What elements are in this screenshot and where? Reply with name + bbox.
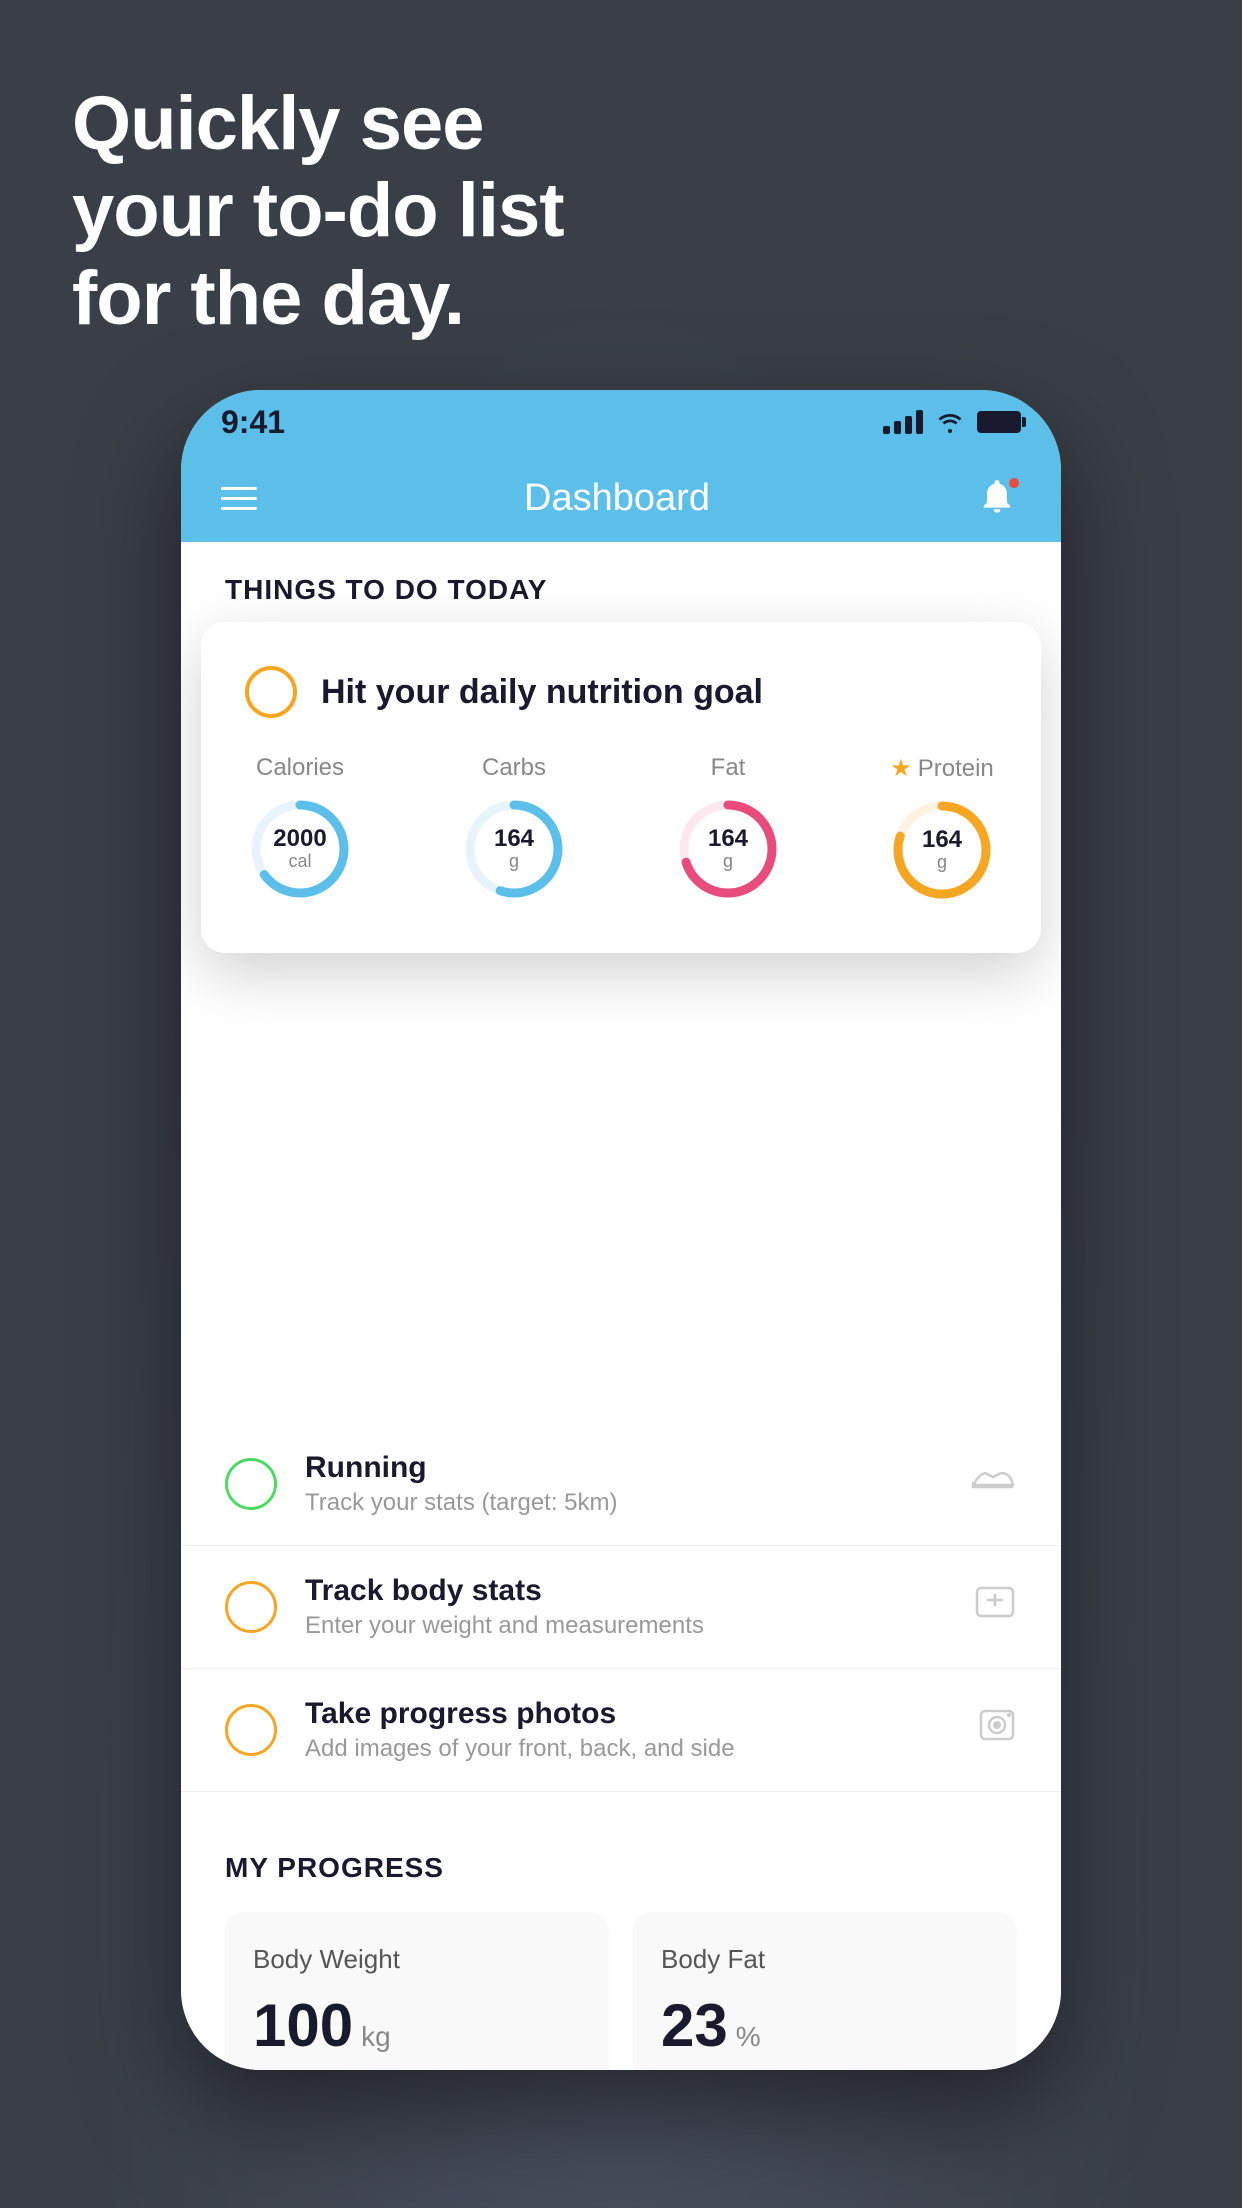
status-bar: 9:41: [181, 390, 1061, 454]
body-weight-card[interactable]: Body Weight 100 kg: [225, 1912, 609, 2070]
carbs-label: Carbs: [482, 754, 546, 782]
hamburger-line: [221, 497, 257, 500]
todo-subtitle-photos: Add images of your front, back, and side: [305, 1735, 949, 1763]
body-weight-unit: kg: [361, 2021, 391, 2053]
progress-section: MY PROGRESS Body Weight 100 kg: [181, 1852, 1061, 2070]
todo-title-running: Running: [305, 1451, 941, 1485]
todo-subtitle-body-stats: Enter your weight and measurements: [305, 1612, 945, 1640]
todo-text-running: Running Track your stats (target: 5km): [305, 1451, 941, 1517]
star-icon: ★: [890, 754, 912, 783]
body-fat-unit: %: [736, 2021, 761, 2053]
hamburger-line: [221, 507, 257, 510]
signal-icon: [883, 410, 923, 434]
battery-icon: [977, 411, 1021, 433]
body-weight-value: 100: [253, 1991, 353, 2060]
body-fat-title: Body Fat: [661, 1944, 989, 1975]
fat-label: Fat: [711, 754, 746, 782]
todo-circle-body-stats: [225, 1581, 277, 1633]
body-weight-value-row: 100 kg: [253, 1991, 581, 2060]
phone-content: THINGS TO DO TODAY Hit your daily nutrit…: [181, 542, 1061, 2070]
body-fat-value: 23: [661, 1991, 728, 2060]
carbs-donut: 164 g: [459, 794, 569, 904]
todo-title-body-stats: Track body stats: [305, 1574, 945, 1608]
todo-text-photos: Take progress photos Add images of your …: [305, 1697, 949, 1763]
card-title: Hit your daily nutrition goal: [321, 673, 763, 712]
todo-title-photos: Take progress photos: [305, 1697, 949, 1731]
todo-list: Running Track your stats (target: 5km) T…: [181, 1423, 1061, 1792]
nutrition-card[interactable]: Hit your daily nutrition goal Calories 2…: [201, 622, 1041, 953]
status-time: 9:41: [221, 404, 285, 441]
task-circle: [245, 666, 297, 718]
calories-label: Calories: [256, 754, 344, 782]
shoe-icon: [969, 1459, 1017, 1509]
header-title: Dashboard: [524, 477, 710, 520]
card-title-row: Hit your daily nutrition goal: [245, 666, 997, 718]
carbs-item: Carbs 164 g: [459, 754, 569, 905]
todo-text-body-stats: Track body stats Enter your weight and m…: [305, 1574, 945, 1640]
todo-item-photos[interactable]: Take progress photos Add images of your …: [181, 1669, 1061, 1792]
menu-button[interactable]: [221, 487, 257, 510]
status-icons: [883, 410, 1021, 434]
fat-item: Fat 164 g: [673, 754, 783, 905]
todo-subtitle-running: Track your stats (target: 5km): [305, 1489, 941, 1517]
nutrition-row: Calories 2000 cal Carbs: [245, 754, 997, 905]
calories-item: Calories 2000 cal: [245, 754, 355, 905]
notification-button[interactable]: [977, 476, 1021, 520]
phone-mockup: 9:41 Dashboard: [181, 390, 1061, 2070]
todo-item-body-stats[interactable]: Track body stats Enter your weight and m…: [181, 1546, 1061, 1669]
todo-circle-photos: [225, 1704, 277, 1756]
fat-donut: 164 g: [673, 794, 783, 904]
photo-icon: [977, 1705, 1017, 1755]
progress-cards: Body Weight 100 kg: [225, 1912, 1017, 2070]
protein-label: ★ Protein: [890, 754, 994, 783]
app-header: Dashboard: [181, 454, 1061, 542]
todo-item-running[interactable]: Running Track your stats (target: 5km): [181, 1423, 1061, 1546]
body-fat-card[interactable]: Body Fat 23 %: [633, 1912, 1017, 2070]
body-weight-title: Body Weight: [253, 1944, 581, 1975]
todo-circle-running: [225, 1458, 277, 1510]
section-title: THINGS TO DO TODAY: [181, 542, 1061, 622]
wifi-icon: [935, 411, 965, 433]
scale-icon: [973, 1582, 1017, 1632]
body-fat-value-row: 23 %: [661, 1991, 989, 2060]
calories-donut: 2000 cal: [245, 794, 355, 904]
protein-donut: 164 g: [887, 795, 997, 905]
headline: Quickly see your to-do list for the day.: [72, 80, 564, 342]
hamburger-line: [221, 487, 257, 490]
notification-dot: [1007, 476, 1021, 490]
progress-title: MY PROGRESS: [225, 1852, 1017, 1884]
protein-item: ★ Protein 164 g: [887, 754, 997, 905]
